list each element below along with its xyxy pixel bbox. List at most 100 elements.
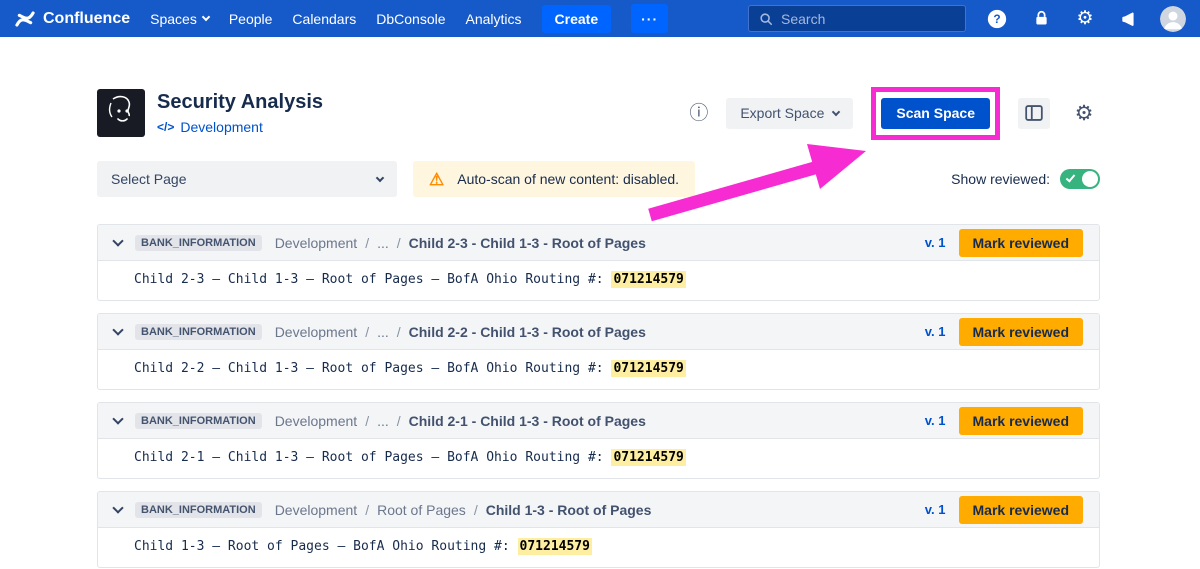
nav-right-group: ? ⚙ — [748, 5, 1186, 32]
show-reviewed-group: Show reviewed: — [951, 169, 1100, 189]
nav-item-spaces[interactable]: Spaces — [150, 11, 209, 27]
breadcrumb-separator: / — [365, 324, 369, 340]
sidebar-layout-icon — [1025, 105, 1043, 121]
finding-type-badge: BANK_INFORMATION — [135, 235, 262, 251]
select-page-label: Select Page — [111, 171, 187, 187]
chevron-down-icon — [376, 173, 384, 181]
space-avatar — [97, 89, 145, 137]
finding-header: BANK_INFORMATION Development / Root of P… — [98, 492, 1099, 528]
mark-reviewed-button[interactable]: Mark reviewed — [959, 407, 1084, 435]
space-settings-button[interactable]: ⚙ — [1068, 98, 1100, 129]
breadcrumb-item[interactable]: Development — [275, 502, 358, 518]
chevron-down-icon[interactable] — [112, 413, 123, 424]
finding-card: BANK_INFORMATION Development / ... / Chi… — [97, 402, 1100, 479]
nav-item-analytics[interactable]: Analytics — [466, 11, 522, 27]
breadcrumb-separator: / — [397, 324, 401, 340]
confluence-logo-icon — [14, 8, 36, 30]
finding-header: BANK_INFORMATION Development / ... / Chi… — [98, 225, 1099, 261]
toggle-knob — [1082, 171, 1098, 187]
sensitive-data-highlight: 071214579 — [611, 449, 685, 466]
search-input[interactable] — [781, 11, 955, 27]
breadcrumb-item-current[interactable]: Child 2-3 - Child 1-3 - Root of Pages — [409, 235, 646, 251]
chevron-down-icon — [202, 13, 210, 21]
more-menu-button[interactable]: ··· — [631, 4, 668, 33]
admin-lock-button[interactable] — [1028, 6, 1054, 32]
show-reviewed-label: Show reviewed: — [951, 171, 1050, 187]
sensitive-data-highlight: 071214579 — [611, 360, 685, 377]
question-icon: ? — [986, 8, 1008, 30]
export-space-button[interactable]: Export Space — [726, 98, 853, 129]
breadcrumb-separator: / — [365, 413, 369, 429]
nav-item-dbconsole[interactable]: DbConsole — [376, 11, 445, 27]
info-button[interactable]: ⓘ — [689, 104, 708, 123]
mark-reviewed-button[interactable]: Mark reviewed — [959, 318, 1084, 346]
header-actions: ⓘ Export Space Scan Space ⚙ — [689, 98, 1100, 129]
finding-card: BANK_INFORMATION Development / Root of P… — [97, 491, 1100, 568]
title-block: Security Analysis </> Development — [157, 91, 323, 135]
gear-icon: ⚙ — [1076, 7, 1093, 30]
avatar — [1160, 6, 1186, 32]
breadcrumb-item-current[interactable]: Child 1-3 - Root of Pages — [486, 502, 652, 518]
breadcrumb-item[interactable]: Development — [275, 324, 358, 340]
finding-type-badge: BANK_INFORMATION — [135, 502, 262, 518]
announcements-button[interactable] — [1116, 6, 1142, 32]
page-header: Security Analysis </> Development ⓘ Expo… — [97, 89, 1100, 137]
confluence-home-link[interactable]: Confluence — [14, 8, 130, 30]
chevron-down-icon[interactable] — [112, 324, 123, 335]
show-reviewed-toggle[interactable] — [1060, 169, 1100, 189]
finding-content: Child 2-1 – Child 1-3 – Root of Pages – … — [98, 439, 1099, 478]
finding-content: Child 2-3 – Child 1-3 – Root of Pages – … — [98, 261, 1099, 300]
profile-button[interactable] — [1160, 6, 1186, 32]
version-label[interactable]: v. 1 — [925, 235, 946, 250]
breadcrumb-separator: / — [474, 502, 478, 518]
finding-text: Child 1-3 – Root of Pages – BofA Ohio Ro… — [134, 539, 518, 554]
create-button[interactable]: Create — [542, 5, 612, 33]
version-label[interactable]: v. 1 — [925, 324, 946, 339]
autoscan-warning-banner: ⚠ Auto-scan of new content: disabled. — [413, 161, 695, 197]
help-button[interactable]: ? — [984, 6, 1010, 32]
finding-card: BANK_INFORMATION Development / ... / Chi… — [97, 224, 1100, 301]
breadcrumb-separator: / — [365, 502, 369, 518]
finding-text: Child 2-3 – Child 1-3 – Root of Pages – … — [134, 272, 611, 287]
nav-item-people[interactable]: People — [229, 11, 273, 27]
breadcrumb-item[interactable]: Root of Pages — [377, 502, 466, 518]
chevron-down-icon[interactable] — [112, 502, 123, 513]
space-link[interactable]: </> Development — [157, 119, 323, 135]
version-label[interactable]: v. 1 — [925, 413, 946, 428]
breadcrumb-item[interactable]: ... — [377, 413, 389, 429]
version-label[interactable]: v. 1 — [925, 502, 946, 517]
findings-list: BANK_INFORMATION Development / ... / Chi… — [97, 224, 1100, 568]
breadcrumb-separator: / — [397, 235, 401, 251]
export-space-label: Export Space — [740, 105, 824, 121]
page-title: Security Analysis — [157, 91, 323, 114]
megaphone-icon — [1119, 9, 1139, 29]
breadcrumb-item[interactable]: Development — [275, 413, 358, 429]
lock-icon — [1032, 9, 1051, 28]
breadcrumb-item-current[interactable]: Child 2-1 - Child 1-3 - Root of Pages — [409, 413, 646, 429]
main-content: Security Analysis </> Development ⓘ Expo… — [0, 37, 1200, 568]
brand-label: Confluence — [43, 10, 130, 28]
nav-item-calendars[interactable]: Calendars — [292, 11, 356, 27]
chevron-down-icon[interactable] — [112, 235, 123, 246]
ellipsis-icon: ··· — [641, 11, 658, 27]
finding-text: Child 2-2 – Child 1-3 – Root of Pages – … — [134, 361, 611, 376]
settings-button[interactable]: ⚙ — [1072, 6, 1098, 32]
mark-reviewed-button[interactable]: Mark reviewed — [959, 229, 1084, 257]
info-icon: ⓘ — [689, 103, 708, 124]
space-link-label: Development — [180, 119, 263, 135]
page: { "colors": { "nav_bg": "#1659C8", "acce… — [0, 0, 1200, 569]
select-page-dropdown[interactable]: Select Page — [97, 161, 397, 197]
breadcrumb-item-current[interactable]: Child 2-2 - Child 1-3 - Root of Pages — [409, 324, 646, 340]
breadcrumb-item[interactable]: ... — [377, 324, 389, 340]
breadcrumb-item[interactable]: Development — [275, 235, 358, 251]
sensitive-data-highlight: 071214579 — [611, 271, 685, 288]
breadcrumb-item[interactable]: ... — [377, 235, 389, 251]
mark-reviewed-button[interactable]: Mark reviewed — [959, 496, 1084, 524]
sidebar-toggle-button[interactable] — [1018, 98, 1050, 129]
svg-text:?: ? — [993, 12, 1000, 26]
scan-space-button[interactable]: Scan Space — [881, 98, 990, 129]
sensitive-data-highlight: 071214579 — [518, 538, 592, 555]
nav-item-label: Spaces — [150, 11, 197, 27]
warning-text: Auto-scan of new content: disabled. — [457, 171, 679, 187]
finding-content: Child 2-2 – Child 1-3 – Root of Pages – … — [98, 350, 1099, 389]
